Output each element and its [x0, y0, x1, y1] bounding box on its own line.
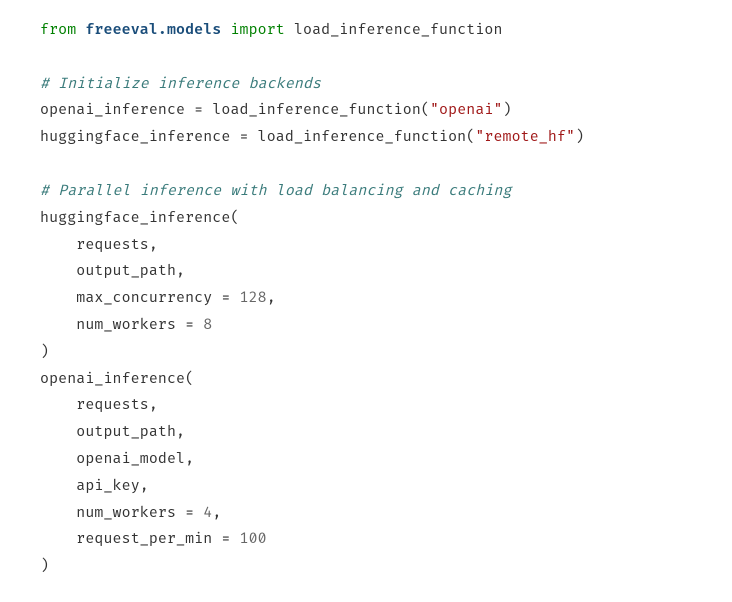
kwarg-key: max_concurrency [76, 290, 212, 307]
open-paren: ( [421, 102, 430, 119]
module-path: freeeval.models [85, 22, 221, 39]
argument: output_path [76, 424, 176, 441]
argument: requests [76, 397, 149, 414]
variable-name: openai_inference [40, 102, 185, 119]
variable-name: huggingface_inference [40, 129, 230, 146]
number-literal: 4 [203, 505, 212, 522]
assign-op: = [240, 129, 249, 146]
number-literal: 8 [203, 317, 212, 334]
argument: openai_model [76, 451, 185, 468]
open-paren: ( [466, 129, 475, 146]
assign-op: = [221, 531, 230, 548]
close-paren: ) [503, 102, 512, 119]
assign-op: = [194, 102, 203, 119]
keyword-import: import [230, 22, 284, 39]
kwarg-key: num_workers [76, 505, 176, 522]
close-paren: ) [40, 558, 49, 575]
function-call: huggingface_inference [40, 210, 230, 227]
assign-op: = [221, 290, 230, 307]
function-call: openai_inference [40, 371, 185, 388]
open-paren: ( [185, 371, 194, 388]
code-snippet: from freeeval.models import load_inferen… [40, 18, 692, 581]
comment-line: # Initialize inference backends [40, 76, 321, 93]
string-literal: "openai" [430, 102, 503, 119]
kwarg-key: request_per_min [76, 531, 212, 548]
number-literal: 128 [240, 290, 267, 307]
argument: requests [76, 237, 149, 254]
function-call: load_inference_function [212, 102, 421, 119]
keyword-from: from [40, 22, 76, 39]
close-paren: ) [575, 129, 584, 146]
function-call: load_inference_function [258, 129, 467, 146]
assign-op: = [185, 505, 194, 522]
argument: api_key [76, 478, 139, 495]
number-literal: 100 [240, 531, 267, 548]
open-paren: ( [230, 210, 239, 227]
assign-op: = [185, 317, 194, 334]
close-paren: ) [40, 344, 49, 361]
string-literal: "remote_hf" [475, 129, 575, 146]
kwarg-key: num_workers [76, 317, 176, 334]
comment-line: # Parallel inference with load balancing… [40, 183, 512, 200]
imported-name: load_inference_function [294, 22, 503, 39]
argument: output_path [76, 263, 176, 280]
